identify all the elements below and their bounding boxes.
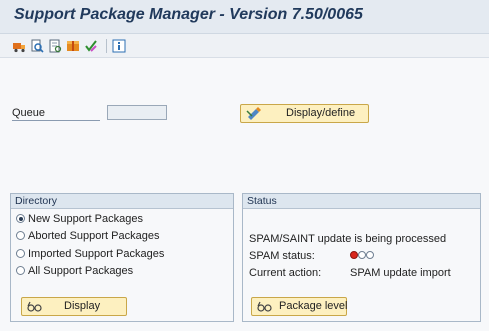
window-title: Support Package Manager - Version 7.50/0… (14, 6, 363, 23)
directory-panel: Directory New Support Packages Aborted S… (10, 193, 234, 322)
queue-label: Queue (12, 107, 46, 119)
status-header: Status (243, 194, 480, 209)
display-glasses-icon (257, 301, 272, 312)
package-icon[interactable] (66, 39, 80, 53)
display-button[interactable]: Display (21, 297, 127, 316)
display-button-label: Display (64, 300, 101, 312)
current-action-label: Current action: (249, 267, 322, 279)
display-glasses-icon (27, 301, 42, 312)
traffic-light-red (350, 251, 358, 259)
info-icon[interactable] (112, 39, 126, 53)
radio-label: All Support Packages (28, 265, 134, 277)
display-define-button[interactable]: Display/define (240, 104, 369, 123)
check-icon[interactable] (84, 39, 98, 53)
radio-button[interactable] (16, 231, 25, 240)
edit-icon (246, 107, 261, 120)
traffic-light-icon (350, 251, 380, 261)
status-message: SPAM/SAINT update is being processed (249, 233, 447, 245)
current-action-value: SPAM update import (350, 267, 451, 279)
truck-icon[interactable] (12, 39, 26, 53)
radio-label: Imported Support Packages (28, 248, 165, 260)
find-icon[interactable] (30, 39, 44, 53)
traffic-light-green (366, 251, 374, 259)
toolbar-separator (106, 39, 107, 53)
status-panel: Status SPAM/SAINT update is being proces… (242, 193, 481, 322)
application-toolbar (0, 34, 489, 58)
spam-status-label: SPAM status: (249, 250, 315, 262)
directory-header: Directory (11, 194, 233, 209)
radio-label: Aborted Support Packages (28, 230, 160, 242)
package-level-label: Package level (279, 300, 348, 312)
radio-button[interactable] (16, 249, 25, 258)
radio-button-selected[interactable] (16, 214, 25, 223)
display-define-label: Display/define (286, 107, 356, 119)
traffic-light-yellow (358, 251, 366, 259)
queue-input[interactable] (107, 105, 167, 120)
title-bar: Support Package Manager - Version 7.50/0… (0, 0, 489, 34)
radio-label: New Support Packages (28, 213, 143, 225)
package-level-button[interactable]: Package level (251, 297, 348, 316)
document-icon[interactable] (48, 39, 62, 53)
radio-button[interactable] (16, 266, 25, 275)
queue-label-underline (12, 120, 100, 121)
